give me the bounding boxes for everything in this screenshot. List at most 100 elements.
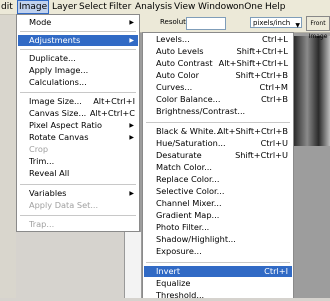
menu-item-image-size[interactable]: Image Size... Alt+Ctrl+I — [18, 96, 138, 107]
menu-view[interactable]: View — [173, 1, 196, 13]
menu-layer[interactable]: Layer — [51, 1, 78, 13]
menu-item-auto-levels[interactable]: Auto Levels Shift+Ctrl+L — [144, 46, 292, 57]
menu-item-black-white[interactable]: Black & White... Alt+Shift+Ctrl+B — [144, 126, 292, 137]
menu-item-brightness-contrast[interactable]: Brightness/Contrast... — [144, 106, 292, 117]
menu-item-label: Equalize — [156, 278, 191, 288]
menu-item-shortcut: Ctrl+L — [262, 34, 288, 44]
menu-item-label: Duplicate... — [29, 53, 76, 63]
menu-item-label: Curves... — [156, 82, 193, 92]
menu-item-calculations[interactable]: Calculations... — [18, 77, 138, 88]
menu-analysis[interactable]: Analysis — [134, 1, 173, 13]
menu-item-shortcut: Ctrl+B — [260, 94, 288, 104]
resolution-input[interactable] — [186, 17, 226, 30]
menu-item-label: Adjustments — [29, 35, 81, 45]
menu-item-auto-contrast[interactable]: Auto Contrast Alt+Shift+Ctrl+L — [144, 58, 292, 69]
menu-item-label: Shadow/Highlight... — [156, 234, 236, 244]
menu-item-match-color[interactable]: Match Color... — [144, 162, 292, 173]
menu-item-label: Hue/Saturation... — [156, 138, 226, 148]
menu-item-label: Canvas Size... — [29, 108, 87, 118]
menu-item-levels[interactable]: Levels... Ctrl+L — [144, 34, 292, 45]
menu-separator — [20, 215, 136, 216]
menu-item-apply-image[interactable]: Apply Image... — [18, 65, 138, 76]
menu-item-curves[interactable]: Curves... Ctrl+M — [144, 82, 292, 93]
menu-item-label: Image Size... — [29, 96, 82, 106]
adjustments-submenu: Levels... Ctrl+L Auto Levels Shift+Ctrl+… — [142, 32, 294, 301]
resolution-unit-select[interactable]: pixels/inch ▼ — [250, 17, 302, 29]
menu-item-label: Auto Color — [156, 70, 199, 80]
menu-item-hue-saturation[interactable]: Hue/Saturation... Ctrl+U — [144, 138, 292, 149]
menu-item-pixel-aspect-ratio[interactable]: Pixel Aspect Ratio ▶ — [18, 120, 138, 131]
menu-help[interactable]: Help — [264, 1, 287, 13]
menu-item-shortcut: Alt+Ctrl+C — [89, 108, 135, 118]
menu-separator — [20, 184, 136, 185]
menu-item-variables[interactable]: Variables ▶ — [18, 188, 138, 199]
menu-item-rotate-canvas[interactable]: Rotate Canvas ▶ — [18, 132, 138, 143]
front-image-button[interactable]: Front Image — [306, 16, 330, 40]
menu-item-label: Exposure... — [156, 246, 202, 256]
menu-item-label: Pixel Aspect Ratio — [29, 120, 102, 130]
menu-item-label: Threshold... — [156, 290, 205, 300]
menu-item-label: Calculations... — [29, 77, 87, 87]
menu-item-equalize[interactable]: Equalize — [144, 278, 292, 289]
menu-item-label: Photo Filter... — [156, 222, 210, 232]
menu-item-duplicate[interactable]: Duplicate... — [18, 53, 138, 64]
menu-item-shortcut: Ctrl+M — [259, 82, 289, 92]
menu-item-label: Levels... — [156, 34, 190, 44]
menu-item-shortcut: Alt+Ctrl+I — [93, 96, 135, 106]
menu-item-auto-color[interactable]: Auto Color Shift+Ctrl+B — [144, 70, 292, 81]
submenu-arrow-icon: ▶ — [129, 134, 134, 141]
chevron-down-icon: ▼ — [295, 22, 300, 29]
menu-item-label: Rotate Canvas — [29, 132, 89, 142]
menu-select[interactable]: Select — [78, 1, 108, 13]
menu-item-label: Black & White... — [156, 126, 222, 136]
vertical-ruler — [124, 232, 141, 298]
menu-item-label: Auto Levels — [156, 46, 204, 56]
menu-item-label: Invert — [156, 266, 181, 276]
menu-item-shadow-highlight[interactable]: Shadow/Highlight... — [144, 234, 292, 245]
menu-separator — [146, 122, 290, 123]
menu-item-canvas-size[interactable]: Canvas Size... Alt+Ctrl+C — [18, 108, 138, 119]
menu-item-apply-data-set[interactable]: Apply Data Set... — [18, 200, 138, 211]
menu-item-desaturate[interactable]: Desaturate Shift+Ctrl+U — [144, 150, 292, 161]
menu-item-label: Desaturate — [156, 150, 202, 160]
menu-item-mode[interactable]: Mode ▶ — [18, 17, 138, 28]
menu-item-adjustments[interactable]: Adjustments ▶ — [18, 35, 138, 46]
menu-item-label: Channel Mixer... — [156, 198, 222, 208]
submenu-arrow-icon: ▶ — [129, 122, 134, 129]
menu-item-shortcut: Alt+Shift+Ctrl+B — [217, 126, 288, 136]
menu-item-replace-color[interactable]: Replace Color... — [144, 174, 292, 185]
menu-item-gradient-map[interactable]: Gradient Map... — [144, 210, 292, 221]
submenu-arrow-icon: ▶ — [129, 190, 134, 197]
menu-item-label: Gradient Map... — [156, 210, 220, 220]
menu-item-shortcut: Shift+Ctrl+L — [236, 46, 288, 56]
resolution-unit-value: pixels/inch — [253, 19, 291, 27]
menu-item-channel-mixer[interactable]: Channel Mixer... — [144, 198, 292, 209]
menu-onone[interactable]: onOne — [232, 1, 264, 13]
menu-item-label: Apply Data Set... — [29, 200, 99, 210]
menu-item-color-balance[interactable]: Color Balance... Ctrl+B — [144, 94, 292, 105]
menu-item-label: Crop — [29, 144, 49, 154]
menu-item-label: Color Balance... — [156, 94, 221, 104]
menu-item-label: Mode — [29, 17, 52, 27]
menu-filter[interactable]: Filter — [108, 1, 132, 13]
menu-item-selective-color[interactable]: Selective Color... — [144, 186, 292, 197]
menu-item-trim[interactable]: Trim... — [18, 156, 138, 167]
menu-image[interactable]: Image — [17, 0, 50, 14]
menu-item-trap[interactable]: Trap... — [18, 219, 138, 230]
menu-item-crop[interactable]: Crop — [18, 144, 138, 155]
menu-item-reveal-all[interactable]: Reveal All — [18, 168, 138, 179]
menu-item-threshold[interactable]: Threshold... — [144, 290, 292, 301]
menu-item-shortcut: Alt+Shift+Ctrl+L — [218, 58, 288, 68]
menu-item-invert[interactable]: Invert Ctrl+I — [144, 266, 292, 277]
menu-edit[interactable]: dit — [0, 1, 14, 13]
menu-window[interactable]: Window — [197, 1, 235, 13]
menu-item-photo-filter[interactable]: Photo Filter... — [144, 222, 292, 233]
menu-separator — [20, 31, 136, 32]
menu-item-label: Reveal All — [29, 168, 70, 178]
menu-item-exposure[interactable]: Exposure... — [144, 246, 292, 257]
menu-separator — [146, 262, 290, 263]
options-bar: Resolution: pixels/inch ▼ Front Image — [138, 14, 330, 40]
image-menu: Mode ▶ Adjustments ▶ Duplicate... Apply … — [16, 14, 140, 232]
submenu-arrow-icon: ▶ — [129, 19, 134, 26]
menu-item-label: Auto Contrast — [156, 58, 213, 68]
